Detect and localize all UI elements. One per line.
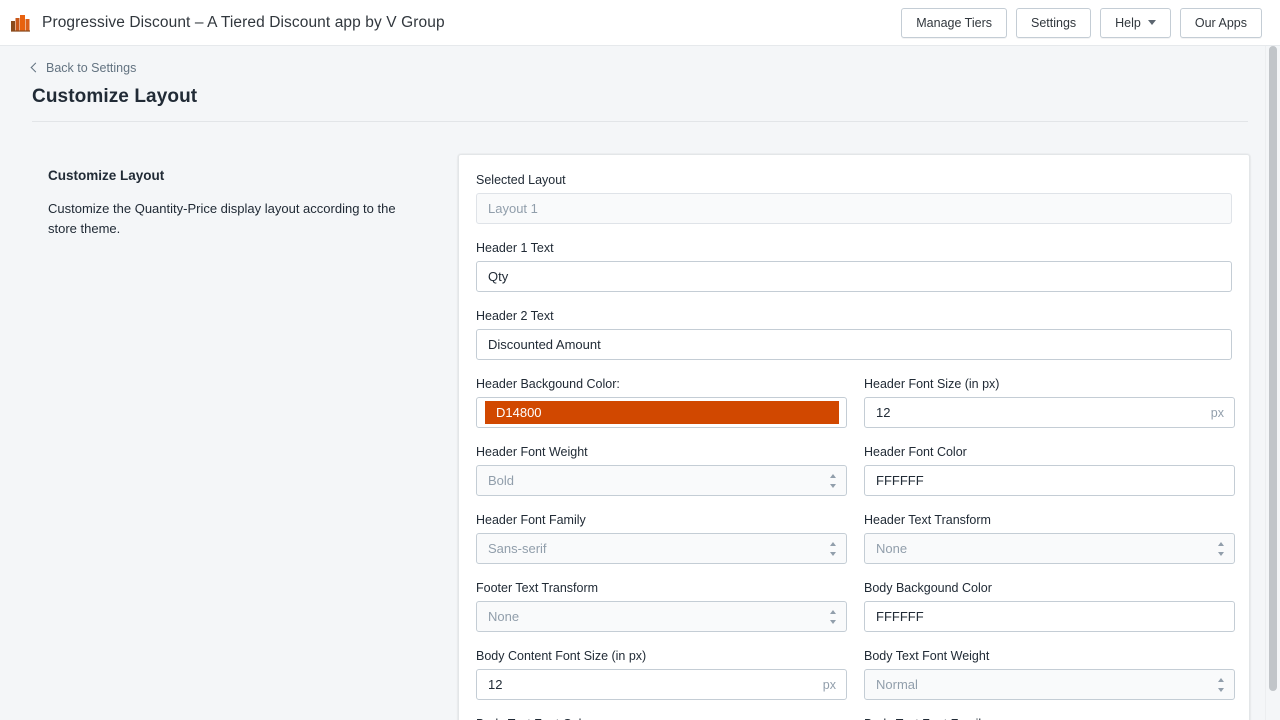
header-font-size-input[interactable] — [864, 397, 1235, 428]
field-header-2-text: Header 2 Text — [476, 309, 1232, 360]
chevron-down-icon — [1148, 20, 1156, 25]
header-background-color-swatch: D14800 — [485, 401, 839, 424]
app-viewport: Progressive Discount – A Tiered Discount… — [0, 0, 1280, 720]
page-scrollbar-thumb[interactable] — [1269, 46, 1277, 691]
header-text-transform-label: Header Text Transform — [864, 513, 1235, 528]
field-header-font-family: Header Font Family Sans-serif — [476, 513, 847, 564]
customize-layout-card: Selected Layout Header 1 Text Header 2 T… — [458, 154, 1250, 720]
settings-button[interactable]: Settings — [1016, 8, 1091, 38]
body-content-font-size-input[interactable] — [476, 669, 847, 700]
header-1-text-label: Header 1 Text — [476, 241, 1232, 256]
chevron-left-icon — [31, 63, 41, 73]
field-body-content-font-size: Body Content Font Size (in px) px — [476, 649, 847, 700]
help-button[interactable]: Help — [1100, 8, 1171, 38]
field-header-font-color: Header Font Color — [864, 445, 1235, 496]
body-content-font-size-label: Body Content Font Size (in px) — [476, 649, 847, 664]
topbar-actions: Manage Tiers Settings Help Our Apps — [901, 8, 1262, 38]
body-text-font-weight-label: Body Text Font Weight — [864, 649, 1235, 664]
selected-layout-input — [476, 193, 1232, 224]
header-font-family-select[interactable]: Sans-serif — [476, 533, 847, 564]
header-text-transform-select[interactable]: None — [864, 533, 1235, 564]
field-header-font-size: Header Font Size (in px) px — [864, 377, 1235, 428]
brand: Progressive Discount – A Tiered Discount… — [10, 13, 445, 33]
header-font-size-label: Header Font Size (in px) — [864, 377, 1235, 392]
header-background-color-label: Header Backgound Color: — [476, 377, 847, 392]
header-1-text-input[interactable] — [476, 261, 1232, 292]
manage-tiers-button[interactable]: Manage Tiers — [901, 8, 1007, 38]
settings-label: Settings — [1031, 15, 1076, 31]
page-scrollbar[interactable] — [1265, 46, 1280, 720]
body-background-color-label: Body Backgound Color — [864, 581, 1235, 596]
header-font-color-label: Header Font Color — [864, 445, 1235, 460]
description-body: Customize the Quantity-Price display lay… — [48, 199, 408, 239]
back-to-settings-label: Back to Settings — [46, 61, 136, 75]
header-background-color-input[interactable]: D14800 — [476, 397, 847, 428]
app-bars-icon — [10, 13, 32, 33]
body-background-color-input[interactable] — [864, 601, 1235, 632]
field-header-background-color: Header Backgound Color: D14800 — [476, 377, 847, 428]
header-font-family-label: Header Font Family — [476, 513, 847, 528]
footer-text-transform-label: Footer Text Transform — [476, 581, 847, 596]
header-2-text-label: Header 2 Text — [476, 309, 1232, 324]
app-title: Progressive Discount – A Tiered Discount… — [42, 14, 445, 32]
description-title: Customize Layout — [48, 168, 458, 183]
form-grid: Header Backgound Color: D14800 Header Fo… — [476, 377, 1232, 720]
header-font-weight-select[interactable]: Bold — [476, 465, 847, 496]
header-font-weight-label: Header Font Weight — [476, 445, 847, 460]
field-body-text-font-weight: Body Text Font Weight Normal — [864, 649, 1235, 700]
our-apps-button[interactable]: Our Apps — [1180, 8, 1262, 38]
back-to-settings-link[interactable]: Back to Settings — [32, 61, 136, 75]
selected-layout-label: Selected Layout — [476, 173, 1232, 188]
our-apps-label: Our Apps — [1195, 15, 1247, 31]
header-2-text-input[interactable] — [476, 329, 1232, 360]
field-footer-text-transform: Footer Text Transform None — [476, 581, 847, 632]
header-font-color-input[interactable] — [864, 465, 1235, 496]
header-background-color-value: D14800 — [496, 405, 542, 420]
description-column: Customize Layout Customize the Quantity-… — [48, 154, 458, 720]
field-body-background-color: Body Backgound Color — [864, 581, 1235, 632]
page-header: Back to Settings Customize Layout — [0, 46, 1280, 108]
top-app-bar: Progressive Discount – A Tiered Discount… — [0, 0, 1280, 46]
field-selected-layout: Selected Layout — [476, 173, 1232, 224]
page-title: Customize Layout — [32, 86, 1248, 108]
manage-tiers-label: Manage Tiers — [916, 15, 992, 31]
field-header-text-transform: Header Text Transform None — [864, 513, 1235, 564]
content-area: Customize Layout Customize the Quantity-… — [0, 122, 1280, 720]
body-text-font-weight-select[interactable]: Normal — [864, 669, 1235, 700]
field-header-font-weight: Header Font Weight Bold — [476, 445, 847, 496]
help-label: Help — [1115, 15, 1141, 31]
field-header-1-text: Header 1 Text — [476, 241, 1232, 292]
footer-text-transform-select[interactable]: None — [476, 601, 847, 632]
